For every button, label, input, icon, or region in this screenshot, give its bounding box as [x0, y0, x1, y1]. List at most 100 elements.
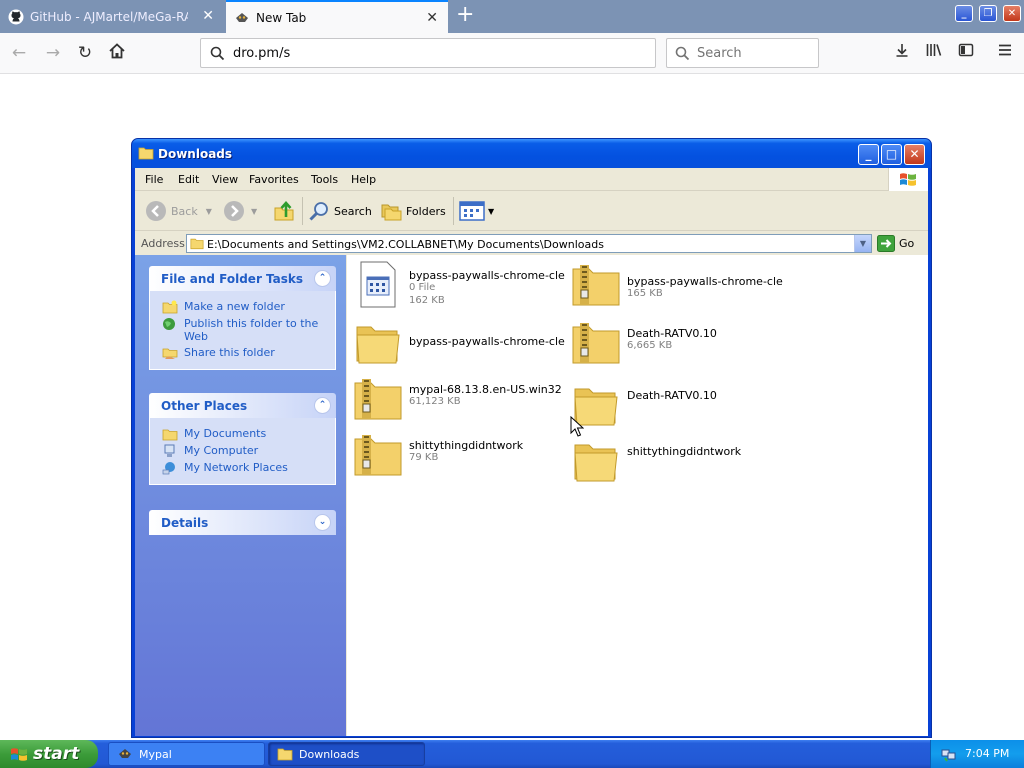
- menu-edit[interactable]: Edit: [178, 173, 199, 186]
- folders-label: Folders: [406, 204, 446, 218]
- link-label: My Network Places: [184, 461, 288, 474]
- back-arrow-icon: [146, 201, 166, 221]
- menu-tools[interactable]: Tools: [311, 173, 338, 186]
- explorer-client-area: File Edit View Favorites Tools Help Back…: [135, 168, 928, 736]
- new-tab-button[interactable]: +: [456, 4, 474, 26]
- address-field[interactable]: E:\Documents and Settings\VM2.COLLABNET\…: [186, 234, 872, 253]
- forward-button[interactable]: ▼: [223, 199, 257, 223]
- panel-header[interactable]: Other Places ⌃: [149, 393, 336, 418]
- forward-arrow-icon: [224, 201, 244, 221]
- menu-file[interactable]: File: [145, 173, 163, 186]
- share-folder-icon: [162, 348, 178, 359]
- search-label: Search: [334, 204, 372, 218]
- explorer-close-button[interactable]: ✕: [904, 144, 925, 165]
- collapse-icon[interactable]: ⌃: [314, 270, 331, 287]
- panel-body: My Documents My Computer My Network Plac…: [149, 418, 336, 485]
- back-button[interactable]: Back ▼: [145, 199, 212, 223]
- explorer-title-bar[interactable]: Downloads _ □ ✕: [132, 139, 931, 168]
- minimize-button[interactable]: _: [955, 5, 973, 22]
- file-size: 162 KB: [409, 295, 445, 306]
- url-bar[interactable]: dro.pm/s: [200, 38, 656, 68]
- menu-view[interactable]: View: [212, 173, 238, 186]
- my-documents-link[interactable]: My Documents: [162, 427, 335, 441]
- tab-title: GitHub - AJMartel/MeGa-RAT-Pac: [30, 9, 188, 24]
- folder-name: Death-RATV0.10: [627, 389, 717, 402]
- url-text[interactable]: dro.pm/s: [233, 46, 290, 61]
- views-button[interactable]: ▼: [459, 199, 494, 223]
- folder-item[interactable]: bypass-paywalls-chrome-clea...: [353, 317, 565, 367]
- explorer-maximize-button[interactable]: □: [881, 144, 902, 165]
- folders-button[interactable]: Folders: [380, 199, 446, 223]
- explorer-title: Downloads: [158, 147, 233, 161]
- folder-name: shittythingdidntwork: [627, 445, 742, 458]
- file-item[interactable]: mypal-68.13.8.en-US.win32 61,123 KB: [353, 373, 563, 423]
- my-network-places-link[interactable]: My Network Places: [162, 461, 335, 475]
- folder-icon: [277, 748, 293, 761]
- back-label: Back: [171, 204, 198, 218]
- explorer-toolbar: Back ▼ ▼ Search Folders ▼: [135, 191, 928, 231]
- tab-title: New Tab: [256, 10, 307, 25]
- back-arrow-icon[interactable]: ←: [7, 42, 31, 66]
- panel-header[interactable]: Details ⌄: [149, 510, 336, 535]
- share-folder-link[interactable]: Share this folder: [162, 346, 335, 360]
- network-tray-icon[interactable]: [941, 746, 957, 762]
- explorer-minimize-button[interactable]: _: [858, 144, 879, 165]
- panel-title: Details: [161, 516, 209, 530]
- go-button[interactable]: Go: [877, 234, 914, 253]
- taskbar-item-downloads[interactable]: Downloads: [268, 742, 425, 766]
- file-item[interactable]: bypass-paywalls-chrome-clea... 0 File 16…: [353, 259, 565, 309]
- download-icon[interactable]: [890, 42, 914, 66]
- folder-item[interactable]: Death-RATV0.10: [571, 379, 781, 429]
- up-folder-button[interactable]: [273, 199, 295, 223]
- search-icon: [309, 202, 328, 221]
- folder-icon: [138, 147, 154, 160]
- chevron-down-icon[interactable]: ▼: [488, 207, 494, 216]
- zip-folder-icon: [572, 265, 620, 306]
- menu-help[interactable]: Help: [351, 173, 376, 186]
- file-size: 61,123 KB: [409, 396, 461, 407]
- expand-icon[interactable]: ⌄: [314, 514, 331, 531]
- views-icon: [459, 201, 485, 221]
- home-icon[interactable]: [105, 42, 129, 66]
- menu-favorites[interactable]: Favorites: [249, 173, 299, 186]
- close-button[interactable]: ✕: [1003, 5, 1021, 22]
- search-bar[interactable]: Search: [666, 38, 819, 68]
- start-button[interactable]: start: [0, 740, 98, 768]
- address-path[interactable]: E:\Documents and Settings\VM2.COLLABNET\…: [207, 238, 604, 251]
- publish-folder-link[interactable]: Publish this folder to the Web: [162, 317, 335, 343]
- search-placeholder[interactable]: Search: [697, 46, 742, 61]
- chevron-down-icon[interactable]: ▼: [251, 207, 257, 216]
- other-places-panel: Other Places ⌃ My Documents My Computer: [149, 393, 336, 485]
- windows-logo-icon: [888, 168, 928, 191]
- make-new-folder-link[interactable]: Make a new folder: [162, 300, 335, 314]
- file-folder-tasks-panel: File and Folder Tasks ⌃ Make a new folde…: [149, 266, 336, 370]
- file-item[interactable]: bypass-paywalls-chrome-clea... 165 KB: [571, 259, 783, 309]
- panel-body: Make a new folder Publish this folder to…: [149, 291, 336, 370]
- tab-bar: GitHub - AJMartel/MeGa-RAT-Pac ✕ New Tab…: [0, 0, 1024, 33]
- close-tab-icon[interactable]: ✕: [202, 9, 214, 23]
- reload-icon[interactable]: ↻: [73, 42, 97, 66]
- library-icon[interactable]: [922, 42, 946, 66]
- forward-arrow-icon[interactable]: →: [41, 42, 65, 66]
- file-item[interactable]: Death-RATV0.10 6,665 KB: [571, 317, 781, 367]
- my-computer-link[interactable]: My Computer: [162, 444, 335, 458]
- collapse-icon[interactable]: ⌃: [314, 397, 331, 414]
- tab-github[interactable]: GitHub - AJMartel/MeGa-RAT-Pac ✕: [0, 0, 224, 33]
- panel-header[interactable]: File and Folder Tasks ⌃: [149, 266, 336, 291]
- tab-new-tab[interactable]: New Tab ✕: [226, 0, 448, 33]
- search-button[interactable]: Search: [308, 199, 372, 223]
- address-label: Address: [141, 237, 185, 250]
- start-label: start: [33, 744, 80, 764]
- folder-item[interactable]: shittythingdidntwork: [571, 435, 781, 485]
- menu-icon[interactable]: [993, 42, 1017, 66]
- chevron-down-icon[interactable]: ▼: [854, 235, 871, 252]
- close-tab-icon[interactable]: ✕: [426, 11, 438, 25]
- mypal-icon: [236, 12, 248, 22]
- file-size: 6,665 KB: [627, 340, 673, 351]
- maximize-button[interactable]: ❐: [979, 5, 997, 22]
- taskbar-item-mypal[interactable]: Mypal: [108, 742, 265, 766]
- sidebar-icon[interactable]: [954, 42, 978, 66]
- file-item[interactable]: shittythingdidntwork 79 KB: [353, 429, 563, 479]
- task-pane: File and Folder Tasks ⌃ Make a new folde…: [135, 255, 346, 736]
- chevron-down-icon[interactable]: ▼: [206, 207, 212, 216]
